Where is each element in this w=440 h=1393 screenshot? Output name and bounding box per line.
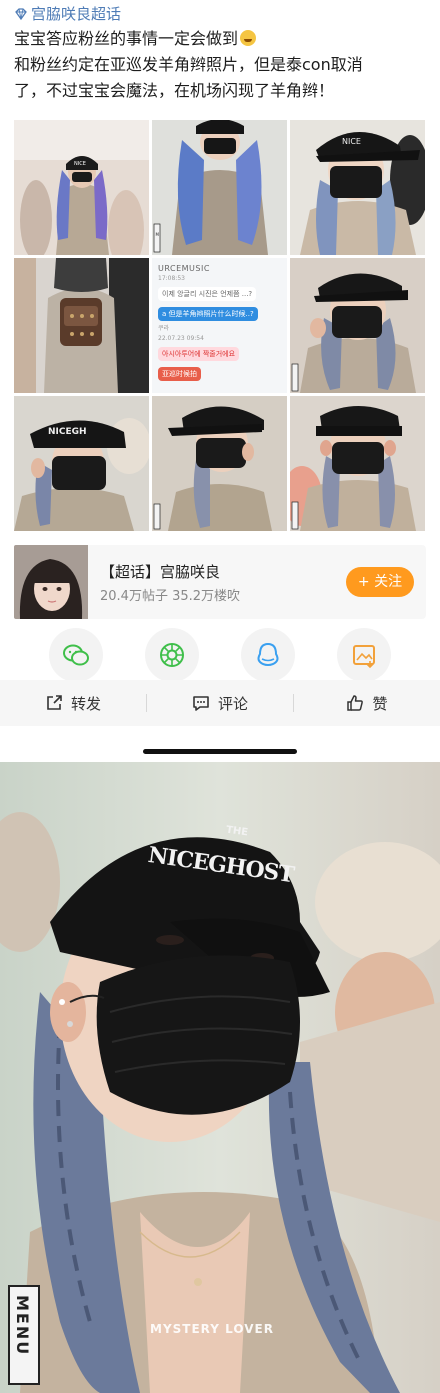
repost-icon [47,695,62,710]
photo-art: NICE [290,120,425,255]
comment-button[interactable]: 评论 [147,680,293,726]
grid-photo-2[interactable]: M [152,120,287,255]
diamond-icon [15,8,27,21]
grid-photo-6[interactable] [290,258,425,393]
grid-photo-9[interactable] [290,396,425,531]
moments-icon [160,643,184,667]
svg-text:NICEGH: NICEGH [48,427,87,437]
share-qq-button[interactable] [241,628,295,682]
grid-photo-chat[interactable]: URCEMUSIC 17:08:53 이제 앙글리 시진은 언제쯤 ...? a… [152,258,287,393]
grid-photo-1[interactable]: NICE [14,120,149,255]
super-topic-card[interactable]: 【超话】宫脇咲良 20.4万帖子 35.2万楼吹 + 关注 [14,545,426,619]
chat-bubble-4: 亚巡时候拍 [158,367,201,381]
wechat-icon [63,644,89,666]
emoji-icon [240,30,257,46]
follow-button[interactable]: + 关注 [346,567,414,597]
share-wechat-button[interactable] [49,628,103,682]
super-topic-tag[interactable]: 宫脇咲良超话 [14,4,121,24]
photo-art [152,396,287,531]
grid-photo-8[interactable] [152,396,287,531]
photo-art [290,396,425,531]
svg-text:NICE: NICE [74,161,86,167]
thumbs-up-icon [347,695,364,711]
chat-time-1: 17:08:53 [158,275,185,282]
post-line-2: 和粉丝约定在亚巡发羊角辫照片，但是泰con取消 [14,55,363,74]
chat-sender: 쿠라 [158,325,170,332]
photo-art: M [152,120,287,255]
chat-source: URCEMUSIC [158,264,210,273]
grid-photo-4[interactable] [14,258,149,393]
save-image-button[interactable] [337,628,391,682]
comment-icon [193,696,209,711]
grid-photo-7[interactable]: NICEGH [14,396,149,531]
share-moments-button[interactable] [145,628,199,682]
svg-text:M: M [156,232,160,237]
comment-label: 评论 [217,694,248,713]
photo-watermark: MYSTERY LOVER [150,1322,274,1336]
share-row [0,628,440,684]
topic-tag-label: 宫脇咲良超话 [31,5,122,23]
chat-time-2: 22.07.23 09:54 [158,335,204,342]
topic-name: 【超话】宫脇咲良 [100,563,221,581]
separator [0,726,440,762]
photo-art [290,258,425,393]
like-button[interactable]: 赞 [294,680,440,726]
qq-icon [257,642,279,667]
menu-tag: MENU [8,1285,40,1385]
post-body: 宝宝答应粉丝的事情一定会做到 和粉丝约定在亚巡发羊角辫照片，但是泰con取消 了… [14,26,430,104]
repost-label: 转发 [70,694,101,713]
image-grid: NICE M NICE URCEMUSIC 17:08:53 이제 앙글리 시진… [14,120,426,532]
action-bar: 转发 评论 赞 [0,680,440,726]
photo-art: NICE [14,120,149,255]
photo-art [14,258,149,393]
chat-bubble-2: a 但是羊角辫照片什么时候..? [158,307,258,321]
topic-stats: 20.4万帖子 35.2万楼吹 [100,589,241,604]
home-indicator [143,749,297,754]
large-photo[interactable]: NICEGHOST THE MYSTERY LOVER MENU [0,762,440,1393]
chat-screenshot: URCEMUSIC 17:08:53 이제 앙글리 시진은 언제쯤 ...? a… [152,258,287,393]
save-image-icon [353,645,375,669]
svg-text:NICE: NICE [342,137,361,146]
menu-tag-label: MENU [13,1295,32,1357]
like-label: 赞 [372,694,388,713]
chat-bubble-1: 이제 앙글리 시진은 언제쯤 ...? [158,287,257,301]
photo-art: NICEGH [14,396,149,531]
avatar-art [14,545,88,619]
post-line-3: 了，不过宝宝会魔法，在机场闪现了羊角辫！ [14,81,335,100]
chat-bubble-3: 아시아투어에 짝줄거에요 [158,347,240,361]
topic-avatar[interactable] [14,545,88,619]
grid-photo-3[interactable]: NICE [290,120,425,255]
repost-button[interactable]: 转发 [0,680,146,726]
post-line-1: 宝宝答应粉丝的事情一定会做到 [14,29,239,48]
